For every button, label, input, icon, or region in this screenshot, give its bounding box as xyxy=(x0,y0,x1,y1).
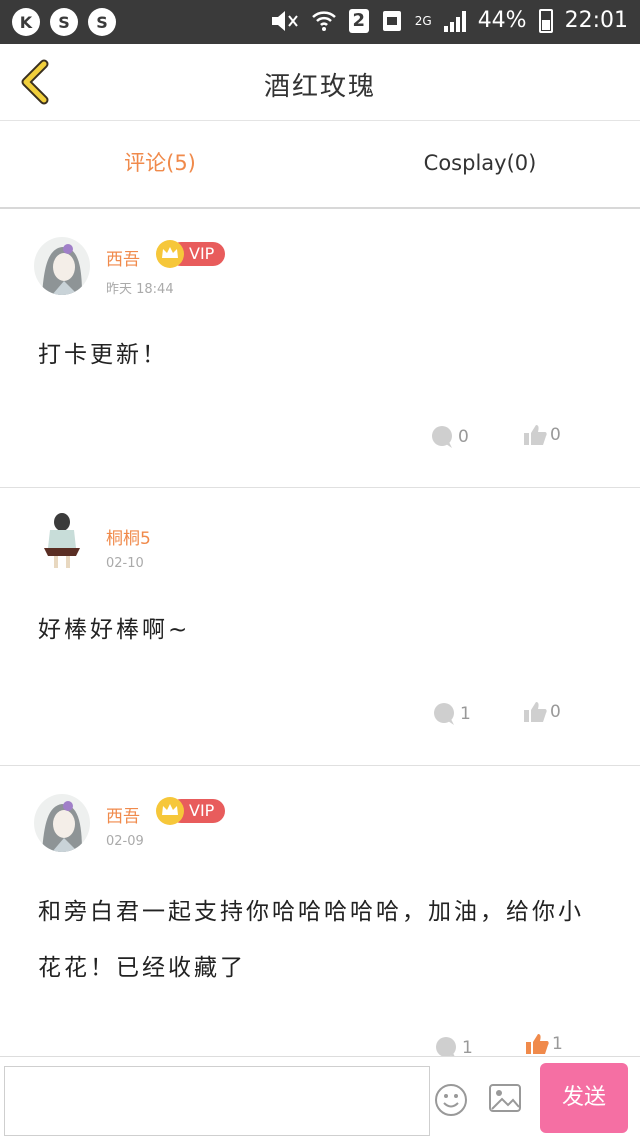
comment-time: 02-10 xyxy=(106,556,144,571)
thumbs-up-icon xyxy=(524,702,547,722)
thumbs-up-icon xyxy=(526,1034,549,1054)
reply-count: 1 xyxy=(462,1038,473,1056)
reply-count: 1 xyxy=(460,704,471,724)
comment-item: 西吾 VIP 昨天 18:44 打卡更新！ 0 0 xyxy=(0,209,640,488)
tab-cosplay[interactable]: Cosplay(0) xyxy=(320,121,640,207)
battery-icon xyxy=(538,8,553,33)
username[interactable]: 西吾 xyxy=(106,245,140,270)
reply-count: 0 xyxy=(458,427,469,447)
clock: 22:01 xyxy=(564,8,628,33)
vip-badge: VIP xyxy=(155,796,225,826)
comment-text: 和旁白君一起支持你哈哈哈哈哈，加油，给你小花花！已经收藏了 xyxy=(38,899,584,981)
avatar[interactable] xyxy=(34,512,90,570)
comment-time: 昨天 18:44 xyxy=(106,282,174,297)
network-type: 2G xyxy=(414,13,432,28)
reply-button[interactable]: 1 xyxy=(434,1036,473,1056)
s-app-icon: S xyxy=(50,8,78,36)
comment-icon xyxy=(432,426,452,448)
like-button[interactable]: 1 xyxy=(524,1032,563,1056)
send-button[interactable]: 发送 xyxy=(540,1063,628,1133)
wifi-icon xyxy=(311,10,336,31)
like-count: 0 xyxy=(550,702,561,722)
status-bar: K S S 2 2G 44% 22:01 xyxy=(0,0,640,44)
battery-percent: 44% xyxy=(477,8,527,33)
comment-input[interactable] xyxy=(4,1066,430,1136)
vip-badge: VIP xyxy=(155,239,225,269)
comment-item: 西吾 VIP 02-09 和旁白君一起支持你哈哈哈哈哈，加油，给你小花花！已经收… xyxy=(0,766,640,1056)
vip-label: VIP xyxy=(189,244,215,263)
comment-icon xyxy=(436,1037,456,1056)
thumbs-up-icon xyxy=(524,425,547,445)
like-button[interactable]: 0 xyxy=(522,423,561,447)
s-app-icon-2: S xyxy=(88,8,116,36)
username[interactable]: 西吾 xyxy=(106,802,140,827)
comment-text: 好棒好棒啊~ xyxy=(38,617,191,643)
sim-icon xyxy=(382,10,401,31)
tab-bar: 评论(5) Cosplay(0) xyxy=(0,121,640,209)
emoji-icon[interactable] xyxy=(434,1083,468,1117)
vip-label: VIP xyxy=(189,801,215,820)
image-icon[interactable] xyxy=(488,1083,522,1113)
avatar[interactable] xyxy=(34,794,90,852)
page-title: 酒红玫瑰 xyxy=(263,72,376,102)
comment-icon xyxy=(434,703,454,725)
tab-comments[interactable]: 评论(5) xyxy=(0,121,320,207)
like-count: 1 xyxy=(552,1034,563,1054)
sim-badge: 2 xyxy=(348,8,369,33)
comment-text: 打卡更新！ xyxy=(38,342,168,368)
mute-icon xyxy=(271,10,298,31)
comment-item: 桐桐5 02-10 好棒好棒啊~ 1 0 xyxy=(0,488,640,766)
title-bar: 酒红玫瑰 xyxy=(0,44,640,121)
username[interactable]: 桐桐5 xyxy=(106,524,151,549)
comment-input-bar: 发送 xyxy=(0,1056,640,1139)
like-count: 0 xyxy=(550,425,561,445)
reply-button[interactable]: 0 xyxy=(430,425,469,449)
k-app-icon: K xyxy=(12,8,40,36)
like-button[interactable]: 0 xyxy=(522,700,561,724)
avatar[interactable] xyxy=(34,237,90,295)
reply-button[interactable]: 1 xyxy=(432,702,471,726)
signal-icon xyxy=(443,10,466,32)
comment-time: 02-09 xyxy=(106,834,144,849)
